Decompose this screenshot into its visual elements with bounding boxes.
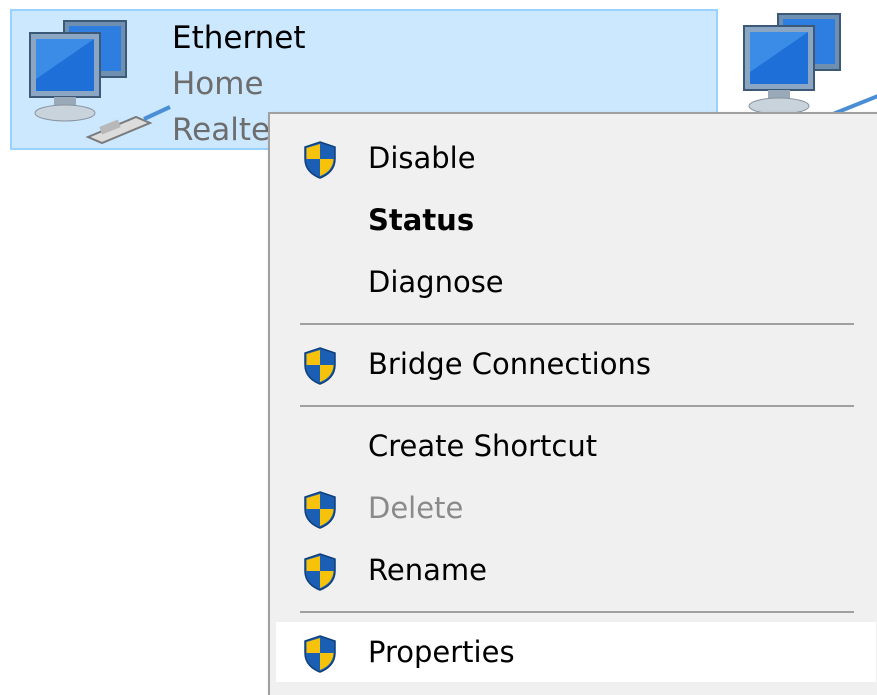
- menu-item-label: Delete: [368, 491, 464, 525]
- menu-item-create-shortcut[interactable]: Create Shortcut: [276, 416, 876, 476]
- shield-icon: [302, 634, 338, 674]
- menu-item-label: Status: [368, 203, 475, 237]
- shield-icon: [302, 552, 338, 592]
- menu-item-label: Create Shortcut: [368, 429, 598, 463]
- menu-item-properties[interactable]: Properties: [276, 622, 876, 682]
- network-adapter-icon: [24, 19, 174, 149]
- adapter-name: Ethernet: [172, 20, 306, 56]
- menu-item-diagnose[interactable]: Diagnose: [276, 252, 876, 312]
- context-menu: Disable Status Diagnose Bridge Connectio…: [268, 112, 877, 695]
- menu-item-disable[interactable]: Disable: [276, 128, 876, 188]
- menu-item-rename[interactable]: Rename: [276, 540, 876, 600]
- adapter-network-name: Home: [172, 66, 264, 102]
- menu-item-label: Disable: [368, 141, 476, 175]
- shield-icon: [302, 490, 338, 530]
- menu-item-label: Properties: [368, 635, 515, 669]
- menu-item-status[interactable]: Status: [276, 190, 876, 250]
- menu-item-bridge-connections[interactable]: Bridge Connections: [276, 334, 876, 394]
- menu-item-delete[interactable]: Delete: [276, 478, 876, 538]
- menu-item-label: Diagnose: [368, 265, 504, 299]
- menu-item-label: Bridge Connections: [368, 347, 651, 381]
- network-connections-window: Ethernet Home Realtek Disable Status Dia…: [0, 0, 877, 695]
- menu-separator: [300, 405, 854, 407]
- shield-icon: [302, 346, 338, 386]
- menu-separator: [300, 611, 854, 613]
- menu-separator: [300, 323, 854, 325]
- menu-item-label: Rename: [368, 553, 487, 587]
- shield-icon: [302, 140, 338, 180]
